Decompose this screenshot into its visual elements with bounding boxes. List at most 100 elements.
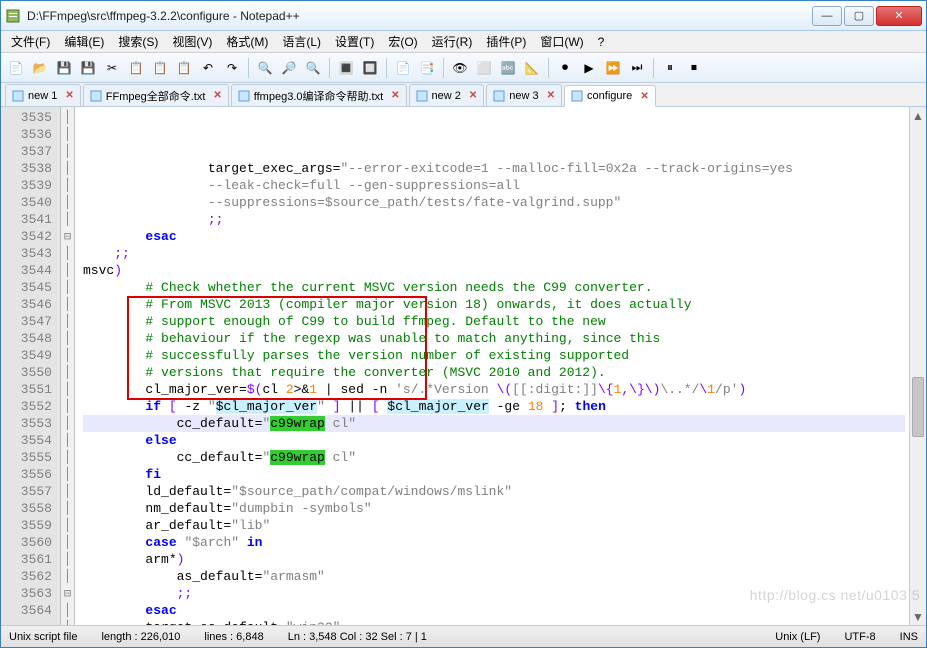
code-line[interactable]: arm*): [83, 551, 905, 568]
tab[interactable]: ffmpeg3.0编译命令帮助.txt ✕: [231, 84, 407, 106]
toolbar-button[interactable]: ⏭: [626, 57, 648, 79]
tab-close-icon[interactable]: ✕: [391, 90, 399, 101]
tab-label: new 2: [432, 90, 461, 102]
code-line[interactable]: nm_default="dumpbin -symbols": [83, 500, 905, 517]
toolbar-button[interactable]: ⏸: [659, 57, 681, 79]
code-line[interactable]: --suppressions=$source_path/tests/fate-v…: [83, 194, 905, 211]
toolbar-button[interactable]: ⏺: [554, 57, 576, 79]
code-line[interactable]: # successfully parses the version number…: [83, 347, 905, 364]
code-line[interactable]: else: [83, 432, 905, 449]
toolbar-button[interactable]: 🔎: [278, 57, 300, 79]
tab-close-icon[interactable]: ✕: [547, 90, 555, 101]
tab-close-icon[interactable]: ✕: [65, 90, 73, 101]
code-line[interactable]: if [ -z "$cl_major_ver" ] || [ $cl_major…: [83, 398, 905, 415]
toolbar-button[interactable]: 📑: [416, 57, 438, 79]
menu-item[interactable]: 文件(F): [5, 31, 56, 52]
toolbar-button[interactable]: 📋: [149, 57, 171, 79]
file-icon: [238, 90, 250, 102]
menu-item[interactable]: ?: [592, 33, 611, 51]
tab[interactable]: FFmpeg全部命令.txt✕: [83, 84, 229, 106]
minimize-button[interactable]: —: [812, 6, 842, 26]
file-icon: [12, 90, 24, 102]
code-line[interactable]: target_exec_args="--error-exitcode=1 --m…: [83, 160, 905, 177]
menu-item[interactable]: 窗口(W): [534, 31, 589, 52]
toolbar-button[interactable]: ↶: [197, 57, 219, 79]
menu-item[interactable]: 设置(T): [329, 31, 380, 52]
menu-item[interactable]: 格式(M): [220, 31, 274, 52]
code-line[interactable]: target_os_default="win32": [83, 619, 905, 625]
toolbar-button[interactable]: 🔳: [335, 57, 357, 79]
scroll-down-arrow[interactable]: ▼: [910, 608, 926, 625]
scroll-up-arrow[interactable]: ▲: [910, 107, 926, 124]
tab[interactable]: configure ✕: [564, 85, 656, 107]
toolbar-button[interactable]: 🔲: [359, 57, 381, 79]
tab-label: new 1: [28, 90, 57, 102]
code-line[interactable]: as_default="armasm": [83, 568, 905, 585]
code-line[interactable]: # versions that require the converter (M…: [83, 364, 905, 381]
vertical-scrollbar[interactable]: ▲ ▼: [909, 107, 926, 625]
toolbar-button[interactable]: 💾: [77, 57, 99, 79]
tab-close-icon[interactable]: ✕: [640, 91, 648, 102]
toolbar-button[interactable]: ↷: [221, 57, 243, 79]
toolbar-button[interactable]: 🔤: [497, 57, 519, 79]
code-line[interactable]: ;;: [83, 211, 905, 228]
toolbar-button[interactable]: 📄: [5, 57, 27, 79]
toolbar-button[interactable]: 📐: [521, 57, 543, 79]
tab[interactable]: new 3 ✕: [486, 84, 562, 106]
toolbar-button[interactable]: 💾: [53, 57, 75, 79]
toolbar-button[interactable]: ⏩: [602, 57, 624, 79]
code-line[interactable]: esac: [83, 228, 905, 245]
code-line[interactable]: fi: [83, 466, 905, 483]
code-line[interactable]: --leak-check=full --gen-suppressions=all: [83, 177, 905, 194]
maximize-button[interactable]: ▢: [844, 6, 874, 26]
toolbar-button[interactable]: 👁: [449, 57, 471, 79]
code-line[interactable]: esac: [83, 602, 905, 619]
code-area[interactable]: target_exec_args="--error-exitcode=1 --m…: [75, 107, 909, 625]
code-line[interactable]: cc_default="c99wrap cl": [83, 415, 905, 432]
menu-item[interactable]: 视图(V): [166, 31, 218, 52]
menu-item[interactable]: 编辑(E): [58, 31, 110, 52]
toolbar-button[interactable]: 🔍: [302, 57, 324, 79]
window-controls: — ▢ ✕: [810, 6, 922, 26]
menu-item[interactable]: 宏(O): [382, 31, 423, 52]
toolbar-button[interactable]: 📄: [392, 57, 414, 79]
code-line[interactable]: # support enough of C99 to build ffmpeg.…: [83, 313, 905, 330]
toolbar: 📄📂💾💾✂📋📋📋↶↷🔍🔎🔍🔳🔲📄📑👁⬜🔤📐⏺▶⏩⏭⏸⏹: [1, 53, 926, 83]
code-line[interactable]: cl_major_ver=$(cl 2>&1 | sed -n 's/.*Ver…: [83, 381, 905, 398]
toolbar-button[interactable]: ▶: [578, 57, 600, 79]
toolbar-button[interactable]: 🔍: [254, 57, 276, 79]
code-line[interactable]: # behaviour if the regexp was unable to …: [83, 330, 905, 347]
code-line[interactable]: # Check whether the current MSVC version…: [83, 279, 905, 296]
code-line[interactable]: ;;: [83, 585, 905, 602]
toolbar-button[interactable]: ⬜: [473, 57, 495, 79]
tab[interactable]: new 1 ✕: [5, 84, 81, 106]
toolbar-button[interactable]: ✂: [101, 57, 123, 79]
toolbar-button[interactable]: ⏹: [683, 57, 705, 79]
tab-label: ffmpeg3.0编译命令帮助.txt: [254, 88, 383, 104]
tab-label: new 3: [509, 90, 538, 102]
menu-item[interactable]: 插件(P): [480, 31, 532, 52]
app-icon: [5, 8, 21, 24]
toolbar-button[interactable]: 📋: [125, 57, 147, 79]
toolbar-button[interactable]: 📂: [29, 57, 51, 79]
code-line[interactable]: ;;: [83, 245, 905, 262]
code-line[interactable]: cc_default="c99wrap cl": [83, 449, 905, 466]
close-button[interactable]: ✕: [876, 6, 922, 26]
tab-label: configure: [587, 90, 632, 102]
code-line[interactable]: msvc): [83, 262, 905, 279]
scroll-thumb[interactable]: [912, 377, 924, 437]
tab-close-icon[interactable]: ✕: [213, 90, 221, 101]
menu-item[interactable]: 搜索(S): [112, 31, 164, 52]
tab-close-icon[interactable]: ✕: [469, 90, 477, 101]
code-line[interactable]: case "$arch" in: [83, 534, 905, 551]
toolbar-button[interactable]: 📋: [173, 57, 195, 79]
status-length: length : 226,010: [101, 631, 180, 643]
code-line[interactable]: ld_default="$source_path/compat/windows/…: [83, 483, 905, 500]
menu-item[interactable]: 语言(L): [276, 31, 327, 52]
fold-column: │││││││⊟││││││││││││││││││││⊟│││: [61, 107, 75, 625]
tab[interactable]: new 2 ✕: [409, 84, 485, 106]
code-line[interactable]: ar_default="lib": [83, 517, 905, 534]
menu-item[interactable]: 运行(R): [426, 31, 479, 52]
code-line[interactable]: # From MSVC 2013 (compiler major version…: [83, 296, 905, 313]
file-icon: [416, 90, 428, 102]
